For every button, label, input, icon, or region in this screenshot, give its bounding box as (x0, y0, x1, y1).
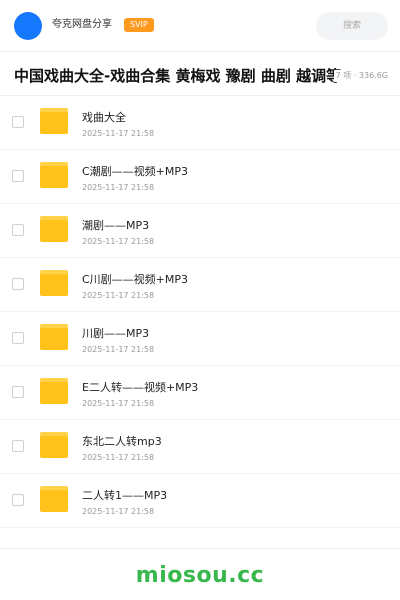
folder-meta: 7 项 · 336.6G (333, 70, 388, 82)
item-date: 2025-11-17 21:58 (82, 453, 155, 462)
item-date: 2025-11-17 21:58 (82, 345, 155, 354)
item-date: 2025-11-17 21:58 (82, 129, 155, 138)
select-checkbox[interactable] (12, 386, 24, 398)
search-input[interactable]: 搜索 (316, 12, 388, 40)
folder-icon (40, 378, 68, 404)
folder-icon (40, 486, 68, 512)
select-checkbox[interactable] (12, 332, 24, 344)
item-date: 2025-11-17 21:58 (82, 291, 155, 300)
list-item[interactable]: 东北二人转mp3 2025-11-17 21:58 (0, 420, 400, 474)
item-name: 川剧——MP3 (82, 327, 150, 340)
watermark-text: miosou.cc (135, 563, 265, 588)
item-name: C川剧——视频+MP3 (82, 273, 189, 286)
folder-icon (40, 270, 68, 296)
list-item[interactable]: 潮剧——MP3 2025-11-17 21:58 (0, 204, 400, 258)
item-date: 2025-11-17 21:58 (82, 183, 155, 192)
item-name: 潮剧——MP3 (82, 219, 150, 232)
page-title: 中国戏曲大全-戏曲合集 黄梅戏 豫剧 曲剧 越调等 (14, 67, 342, 85)
folder-icon (40, 108, 68, 134)
select-checkbox[interactable] (12, 278, 24, 290)
folder-icon (40, 216, 68, 242)
list-item[interactable]: C潮剧——视频+MP3 2025-11-17 21:58 (0, 150, 400, 204)
folder-icon (40, 162, 68, 188)
list-item[interactable]: 二人转1——MP3 2025-11-17 21:58 (0, 474, 400, 528)
footer: miosou.cc (0, 548, 400, 600)
item-date: 2025-11-17 21:58 (82, 399, 155, 408)
avatar[interactable] (14, 12, 42, 40)
list-item[interactable]: C川剧——视频+MP3 2025-11-17 21:58 (0, 258, 400, 312)
select-checkbox[interactable] (12, 440, 24, 452)
item-name: 戏曲大全 (82, 111, 126, 124)
item-date: 2025-11-17 21:58 (82, 237, 155, 246)
select-checkbox[interactable] (12, 224, 24, 236)
folder-icon (40, 324, 68, 350)
svip-badge: SVIP (124, 18, 154, 32)
select-checkbox[interactable] (12, 170, 24, 182)
item-date: 2025-11-17 21:58 (82, 507, 155, 516)
list-item[interactable]: 川剧——MP3 2025-11-17 21:58 (0, 312, 400, 366)
list-item[interactable]: E二人转——视频+MP3 2025-11-17 21:58 (0, 366, 400, 420)
item-name: 东北二人转mp3 (82, 435, 162, 448)
list-item[interactable]: 戏曲大全 2025-11-17 21:58 (0, 96, 400, 150)
item-name: C潮剧——视频+MP3 (82, 165, 189, 178)
item-name: E二人转——视频+MP3 (82, 381, 199, 394)
brand-name: 夸克网盘分享 (52, 19, 112, 30)
item-name: 二人转1——MP3 (82, 489, 168, 502)
folder-header: 中国戏曲大全-戏曲合集 黄梅戏 豫剧 曲剧 越调等 7 项 · 336.6G (0, 56, 400, 96)
select-checkbox[interactable] (12, 494, 24, 506)
app-header: 夸克网盘分享 SVIP 搜索 (0, 0, 400, 52)
file-list: 戏曲大全 2025-11-17 21:58 C潮剧——视频+MP3 2025-1… (0, 96, 400, 528)
folder-icon (40, 432, 68, 458)
select-checkbox[interactable] (12, 116, 24, 128)
